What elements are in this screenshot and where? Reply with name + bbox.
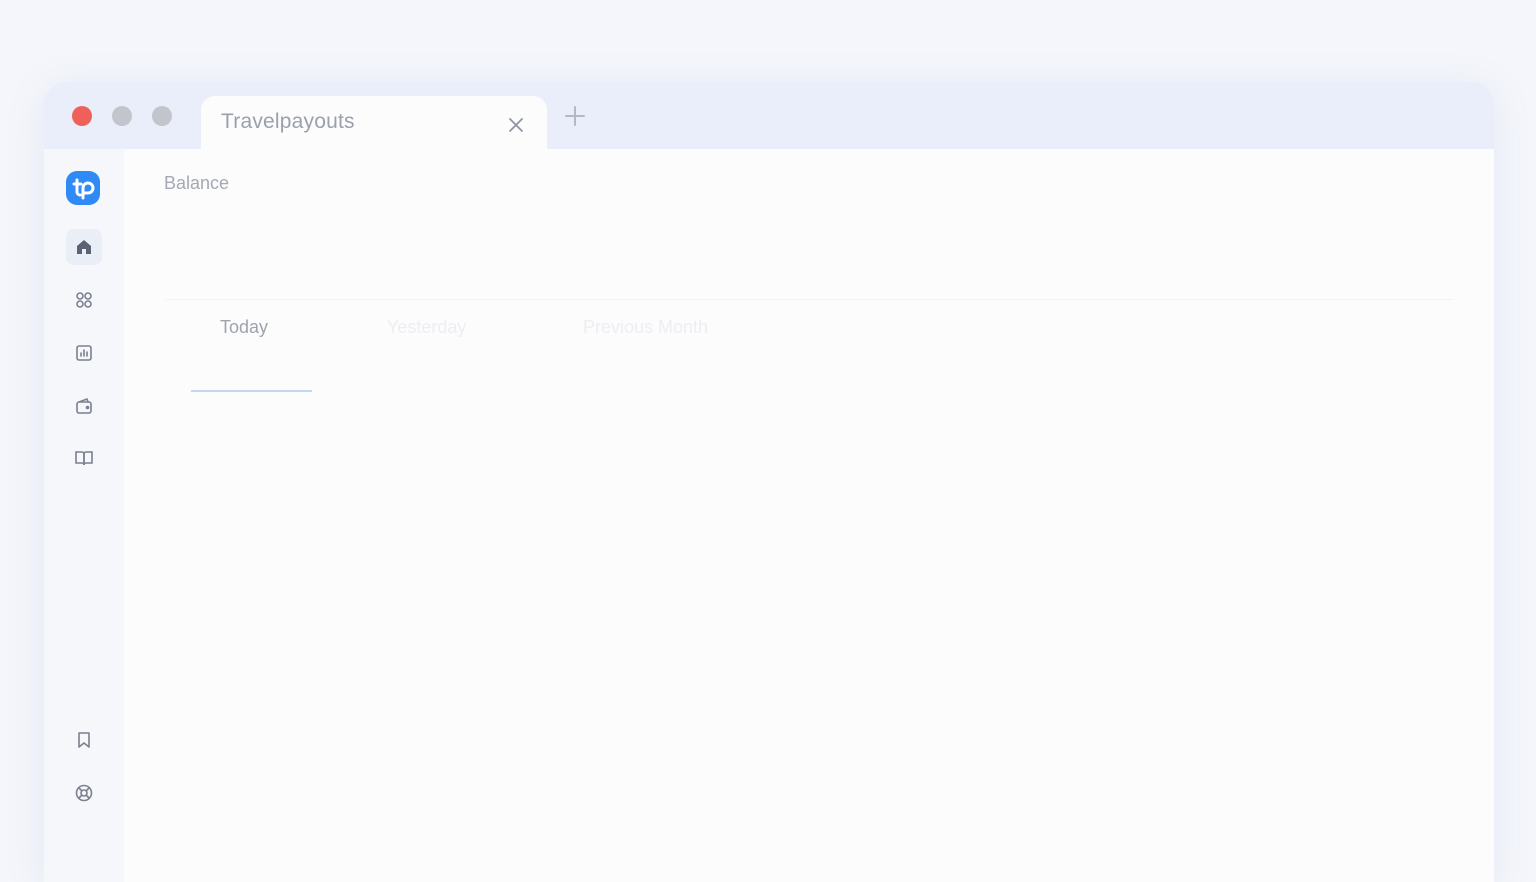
main-content: Balance Today Yesterday Previous Month — [124, 149, 1494, 882]
sidebar-item-support[interactable] — [66, 775, 102, 811]
period-tabs: Today Yesterday Previous Month — [164, 299, 1454, 394]
bookmark-icon — [78, 732, 90, 748]
sidebar-item-programs[interactable] — [66, 282, 102, 318]
sidebar-item-bookmarks[interactable] — [66, 722, 102, 758]
grid-icon — [76, 292, 92, 308]
sidebar-item-finance[interactable] — [66, 388, 102, 424]
close-window-button[interactable] — [72, 106, 92, 126]
browser-window: Travelpayouts Balance Today Yesterday Pr… — [44, 82, 1494, 882]
home-icon — [77, 240, 91, 254]
tab-yesterday[interactable]: Yesterday — [387, 317, 466, 338]
browser-tab[interactable]: Travelpayouts — [201, 96, 547, 156]
travelpayouts-logo[interactable] — [66, 171, 100, 205]
sidebar-item-home[interactable] — [66, 229, 102, 265]
maximize-window-button[interactable] — [152, 106, 172, 126]
active-tab-indicator — [191, 390, 312, 392]
sidebar — [44, 149, 124, 882]
tab-title: Travelpayouts — [221, 110, 355, 133]
balance-label: Balance — [164, 173, 230, 193]
browser-titlebar: Travelpayouts — [44, 82, 1494, 156]
wallet-icon — [76, 397, 92, 414]
tab-previous-month[interactable]: Previous Month — [583, 317, 708, 338]
close-icon[interactable] — [507, 116, 525, 134]
lifebuoy-icon — [75, 784, 93, 802]
chart-icon — [76, 345, 92, 361]
sidebar-item-knowledge[interactable] — [66, 440, 102, 476]
minimize-window-button[interactable] — [112, 106, 132, 126]
tab-today[interactable]: Today — [220, 317, 268, 338]
book-icon — [75, 451, 93, 466]
sidebar-item-statistics[interactable] — [66, 335, 102, 371]
plus-icon[interactable] — [563, 104, 587, 128]
logo-mark-icon — [72, 178, 95, 200]
